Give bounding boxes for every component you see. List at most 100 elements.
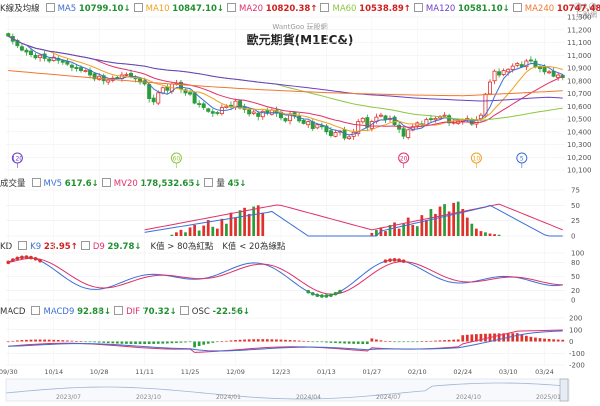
osc-bar [161,341,165,344]
osc-bar [61,340,65,342]
osc-bar [115,341,119,344]
candle [19,46,24,51]
osc-bar [97,341,101,343]
candle [6,33,11,37]
osc-bar [288,340,292,342]
osc-bar [515,333,519,342]
candle [547,71,552,74]
candle [215,112,220,114]
osc-bar [352,341,356,344]
k-oversold-dot [315,293,320,298]
y-tick-label: 10,700 [567,90,592,98]
k-overbought-dot [6,260,11,265]
y-tick-label: 10,300 [567,141,592,149]
candle [328,130,333,136]
osc-bar [325,341,328,343]
osc-bar [438,340,442,342]
volume-bar [452,202,456,236]
volume-bar [229,212,233,236]
osc-bar [75,341,78,342]
osc-bar [243,339,246,342]
candle [488,81,493,95]
k-overbought-dot [392,258,397,262]
k-overbought-dot [24,255,29,259]
osc-bar [356,341,360,344]
osc-bar [434,340,437,342]
osc-bar [247,339,251,342]
y-tick-label: 10,200 [567,154,592,162]
osc-bar [415,341,419,343]
chart-root: { "app": {"logo_text": "玩股網"}, "chart_da… [0,0,600,406]
osc-bar [106,341,110,344]
candle [347,136,352,140]
candle [542,66,547,73]
candle [192,92,197,104]
volume-bar [456,201,460,236]
volume-bar [170,234,174,236]
volume-bar [220,218,224,236]
candle [210,111,215,114]
osc-bar [170,341,174,344]
k-overbought-dot [401,259,406,263]
osc-bar [215,341,219,343]
k-overbought-dot [38,258,42,263]
volume-bar [215,228,219,236]
osc-bar [111,341,115,344]
volume-bar [261,212,265,236]
candle [397,124,402,130]
osc-bar [252,339,256,342]
osc-bar [520,334,524,342]
osc-bar [420,341,424,342]
candle [301,120,306,124]
osc-bar [175,341,178,343]
y-tick-label: -100 [569,350,585,358]
x-tick-label: 11/25 [181,368,200,376]
osc-bar [497,333,501,342]
x-tick-label: 09/30 [0,368,18,376]
volume-bar [479,231,483,236]
y-tick-label: 20 [571,287,580,295]
volume-bar [465,217,469,236]
ma-marker-label: 20 [400,156,408,163]
volume-bar [493,234,496,236]
osc-bar [79,341,83,342]
volume-bar [475,228,478,236]
osc-bar [65,340,69,342]
candle [383,115,388,121]
candle [224,105,229,108]
y-tick-label: 10,800 [567,77,592,85]
volume-bar [247,213,251,236]
candle [283,118,288,122]
osc-bar [543,338,546,342]
osc-bar [456,339,460,342]
osc-bar [220,341,224,343]
candle [69,64,74,68]
osc-bar [184,341,187,343]
osc-bar [129,341,133,344]
osc-bar [52,339,56,342]
volume-bar [397,228,401,236]
candle [251,111,256,114]
osc-bar [402,341,406,343]
osc-bar [279,339,283,342]
volume-bar [179,229,183,236]
osc-bar [470,334,474,342]
osc-bar [529,336,533,342]
x-tick-label: 02/10 [408,368,427,376]
osc-bar [311,341,315,343]
k-oversold-dot [329,293,333,298]
volume-bar [488,233,492,236]
navigator-handle[interactable] [559,378,569,402]
candle [78,67,83,71]
y-tick-label: 100 [571,250,584,258]
chart-canvas[interactable]: 11,300 11,200 11,100 11,000 10,900 10,800 10,7… [0,0,600,406]
osc-bar [84,341,87,343]
candle [74,66,79,70]
osc-bar [138,341,142,345]
osc-bar [538,338,542,342]
volume-bar [443,204,446,236]
ma-marker-label: 10 [473,156,481,163]
volume-bar [197,230,201,236]
candle [506,68,511,73]
candle [106,79,111,83]
